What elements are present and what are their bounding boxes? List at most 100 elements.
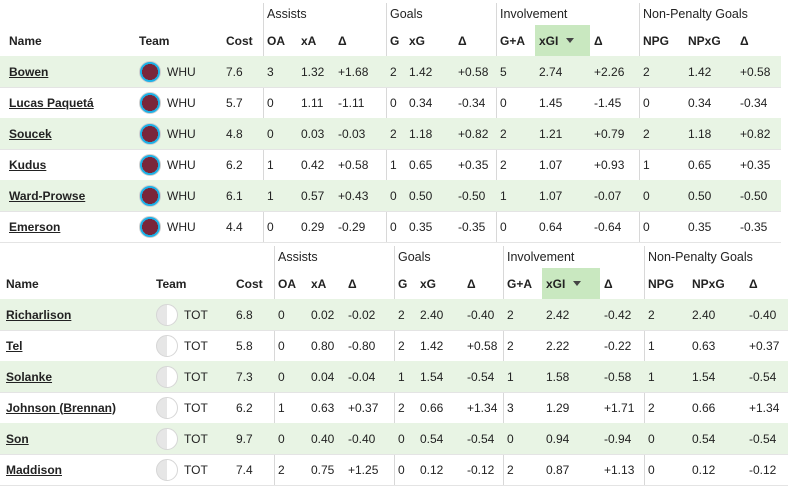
cell-value: -0.35 (740, 219, 768, 234)
cell-value: -0.54 (749, 369, 777, 384)
team-code: WHU (167, 188, 196, 203)
column-header-team[interactable]: Team (135, 25, 222, 56)
column-header-delta-goals[interactable]: Δ (463, 268, 503, 299)
col-xa: 0.57 (297, 180, 334, 211)
cell-value: 2.22 (546, 338, 570, 353)
sort-descending-icon (566, 38, 575, 43)
col-npxg: 1.42 (684, 56, 736, 87)
column-header-g[interactable]: G (394, 268, 416, 299)
cell-value: 0 (278, 338, 285, 353)
table-row: Richarlison TOT 6.8 0 0.02 -0.02 2 2.40 -0.40 2 2.… (0, 299, 788, 331)
cell-value: -0.12 (467, 462, 495, 477)
column-header-oa[interactable]: OA (274, 268, 307, 299)
column-header-delta-involvement[interactable]: Δ (600, 268, 644, 299)
column-header-xgi[interactable]: xGI (542, 268, 600, 299)
group-header-label: Involvement (507, 250, 575, 264)
column-header-delta-goals[interactable]: Δ (454, 25, 496, 56)
column-header-npxg[interactable]: NPxG (688, 268, 745, 299)
column-header-label: Cost (226, 33, 253, 48)
cell-value: -0.12 (749, 462, 777, 477)
column-header-cost[interactable]: Cost (232, 268, 274, 299)
player-name-link[interactable]: Bowen (9, 65, 48, 79)
column-header-delta-involvement[interactable]: Δ (590, 25, 639, 56)
cell-value: 0.94 (546, 431, 570, 446)
column-header-oa[interactable]: OA (263, 25, 297, 56)
cell-value: +1.71 (604, 400, 635, 415)
col-g-plus-a: 3 (503, 392, 542, 423)
cell-value: 2.40 (692, 307, 716, 322)
column-header-name[interactable]: Name (5, 25, 135, 56)
player-name-link[interactable]: Emerson (9, 220, 60, 234)
player-name-link[interactable]: Ward-Prowse (9, 189, 85, 203)
column-header-npg[interactable]: NPG (639, 25, 684, 56)
column-header-xa[interactable]: xA (297, 25, 334, 56)
white-crest-icon (156, 334, 178, 357)
player-name-link[interactable]: Lucas Paquetá (9, 96, 94, 110)
table-row: Ward-Prowse WHU 6.1 1 0.57 +0.43 0 0.50 -0.50 1 1.… (0, 180, 781, 212)
col-xgi: 1.29 (542, 392, 600, 423)
column-header-npg[interactable]: NPG (644, 268, 688, 299)
tot-stats-table: Assists Goals Involvement Non-Penalty Goals… (0, 246, 788, 486)
column-header-xa[interactable]: xA (307, 268, 344, 299)
player-name-link[interactable]: Kudus (9, 158, 46, 172)
column-header-name[interactable]: Name (2, 268, 152, 299)
col-npg: 1 (644, 361, 688, 392)
player-name-link[interactable]: Solanke (6, 370, 52, 384)
player-name-link[interactable]: Richarlison (6, 308, 71, 322)
cell-value: -0.40 (749, 307, 777, 322)
player-name-link[interactable]: Johnson (Brennan) (6, 401, 116, 415)
player-name-link[interactable]: Son (6, 432, 29, 446)
col-team: WHU (135, 211, 222, 242)
column-header-team[interactable]: Team (152, 268, 232, 299)
cell-value: -0.64 (594, 219, 622, 234)
cell-value: 1.32 (301, 64, 325, 79)
column-header-delta-npg[interactable]: Δ (736, 25, 781, 56)
col-name: Ward-Prowse (5, 180, 135, 211)
cell-value: 1.18 (688, 126, 712, 141)
column-header-xg[interactable]: xG (416, 268, 463, 299)
column-header-xg[interactable]: xG (405, 25, 454, 56)
column-header-xgi[interactable]: xGI (535, 25, 590, 56)
player-name-link[interactable]: Maddison (6, 463, 62, 477)
column-header-npxg[interactable]: NPxG (684, 25, 736, 56)
column-header-delta-assists[interactable]: Δ (344, 268, 394, 299)
col-xg: 0.50 (405, 180, 454, 211)
group-header-assists: Assists (274, 246, 394, 268)
col-npg: 1 (639, 149, 684, 180)
col-delta-involvement: +0.93 (590, 149, 639, 180)
col-team: TOT (152, 423, 232, 454)
col-name: Son (2, 423, 152, 454)
col-xg: 0.34 (405, 87, 454, 118)
col-g-plus-a: 2 (503, 454, 542, 485)
col-delta-goals: -0.35 (454, 211, 496, 242)
col-cost: 7.4 (232, 454, 274, 485)
cell-value: 0 (278, 369, 285, 384)
col-delta-involvement: -0.42 (600, 299, 644, 330)
player-name-link[interactable]: Tel (6, 339, 22, 353)
cell-value: 2 (648, 400, 655, 415)
column-header-cost[interactable]: Cost (222, 25, 263, 56)
cell-value: +1.13 (604, 462, 635, 477)
column-header-label: OA (267, 33, 285, 48)
team-code: TOT (184, 431, 208, 446)
col-g: 0 (394, 454, 416, 485)
column-header-g-plus-a[interactable]: G+A (503, 268, 542, 299)
col-delta-npg: -0.40 (745, 299, 788, 330)
column-header-g[interactable]: G (386, 25, 405, 56)
col-delta-involvement: -0.58 (600, 361, 644, 392)
col-team: WHU (135, 87, 222, 118)
claret-and-blue-crest-icon (139, 122, 161, 145)
col-npg: 2 (644, 299, 688, 330)
col-team: TOT (152, 330, 232, 361)
team-code: WHU (167, 126, 196, 141)
column-header-delta-assists[interactable]: Δ (334, 25, 386, 56)
column-header-g-plus-a[interactable]: G+A (496, 25, 535, 56)
col-delta-involvement: -1.45 (590, 87, 639, 118)
team-code: TOT (184, 462, 208, 477)
col-xg: 1.18 (405, 118, 454, 149)
cell-value: 6.8 (236, 307, 253, 322)
player-name-link[interactable]: Soucek (9, 127, 52, 141)
column-header-delta-npg[interactable]: Δ (745, 268, 788, 299)
col-xg: 1.42 (416, 330, 463, 361)
col-delta-assists: +0.37 (344, 392, 394, 423)
